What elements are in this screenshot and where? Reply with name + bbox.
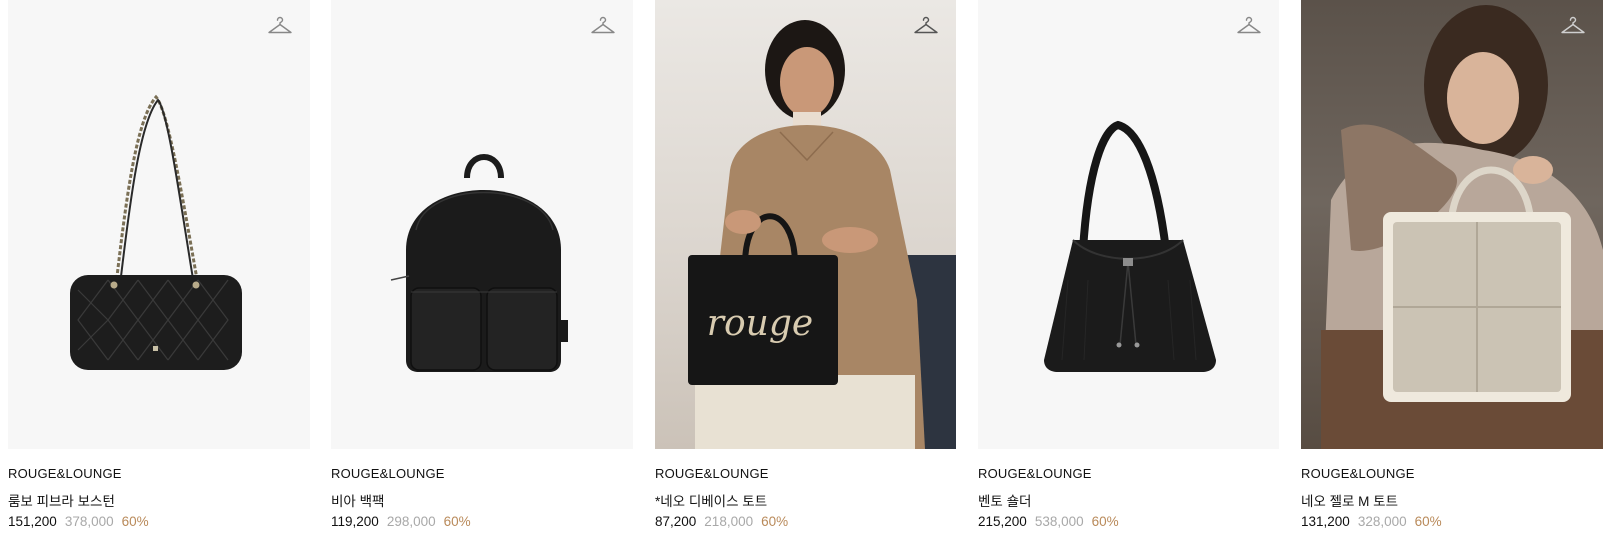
- product-image[interactable]: [8, 0, 310, 449]
- hanger-icon[interactable]: [1560, 14, 1586, 38]
- product-card[interactable]: ROUGE&LOUNGE 비아 백팩 119,200 298,000 60%: [331, 0, 633, 543]
- model-with-shearling-tote-image: [1321, 5, 1603, 449]
- product-name[interactable]: 네오 젤로 M 토트: [1301, 490, 1398, 510]
- product-card[interactable]: ROUGE&LOUNGE 룸보 피브라 보스턴 151,200 378,000 60…: [8, 0, 310, 543]
- product-card[interactable]: rouge ROUGE&LOUNGE *네오 디베이스 토트 87,200 218…: [655, 0, 956, 543]
- product-brand[interactable]: ROUGE&LOUNGE: [978, 466, 1092, 481]
- discount-rate: 60%: [1091, 514, 1119, 529]
- product-image[interactable]: [331, 0, 633, 449]
- original-price: 328,000: [1357, 514, 1407, 529]
- sale-price: 215,200: [978, 514, 1027, 529]
- product-prices: 119,200 298,000 60%: [331, 514, 471, 529]
- hanger-icon[interactable]: [1236, 14, 1262, 38]
- hanger-icon[interactable]: [590, 14, 616, 38]
- bucket-shoulder-bag-image: [1044, 120, 1216, 372]
- product-image[interactable]: [1301, 0, 1603, 449]
- sale-price: 151,200: [8, 514, 57, 529]
- discount-rate: 60%: [121, 514, 149, 529]
- original-price: 538,000: [1034, 514, 1084, 529]
- model-with-rouge-tote-image: rouge: [688, 20, 956, 449]
- product-image[interactable]: [978, 0, 1279, 449]
- quilted-boston-bag-image: [70, 94, 242, 370]
- product-card[interactable]: ROUGE&LOUNGE 네오 젤로 M 토트 131,200 328,000 60…: [1301, 0, 1603, 543]
- bag-lettering: rouge: [707, 303, 813, 344]
- product-card[interactable]: ROUGE&LOUNGE 벤토 숄더 215,200 538,000 60%: [978, 0, 1279, 543]
- discount-rate: 60%: [443, 514, 471, 529]
- original-price: 298,000: [386, 514, 436, 529]
- product-brand[interactable]: ROUGE&LOUNGE: [655, 466, 769, 481]
- product-name[interactable]: 벤토 숄더: [978, 490, 1031, 510]
- sale-price: 119,200: [331, 514, 379, 529]
- product-brand[interactable]: ROUGE&LOUNGE: [331, 466, 445, 481]
- original-price: 378,000: [64, 514, 114, 529]
- discount-rate: 60%: [1414, 514, 1442, 529]
- sale-price: 131,200: [1301, 514, 1350, 529]
- product-prices: 131,200 328,000 60%: [1301, 514, 1442, 529]
- product-name[interactable]: 비아 백팩: [331, 490, 384, 510]
- product-name[interactable]: 룸보 피브라 보스턴: [8, 490, 115, 510]
- discount-rate: 60%: [761, 514, 789, 529]
- product-brand[interactable]: ROUGE&LOUNGE: [1301, 466, 1415, 481]
- product-brand[interactable]: ROUGE&LOUNGE: [8, 466, 122, 481]
- hanger-icon[interactable]: [267, 14, 293, 38]
- sale-price: 87,200: [655, 514, 697, 529]
- product-prices: 87,200 218,000 60%: [655, 514, 788, 529]
- product-name[interactable]: *네오 디베이스 토트: [655, 490, 767, 510]
- original-price: 218,000: [704, 514, 754, 529]
- backpack-image: [390, 154, 568, 372]
- product-image[interactable]: rouge: [655, 0, 956, 449]
- hanger-icon[interactable]: [913, 14, 939, 38]
- product-grid: ROUGE&LOUNGE 룸보 피브라 보스턴 151,200 378,000 60…: [0, 0, 1605, 543]
- product-prices: 151,200 378,000 60%: [8, 514, 149, 529]
- product-prices: 215,200 538,000 60%: [978, 514, 1119, 529]
